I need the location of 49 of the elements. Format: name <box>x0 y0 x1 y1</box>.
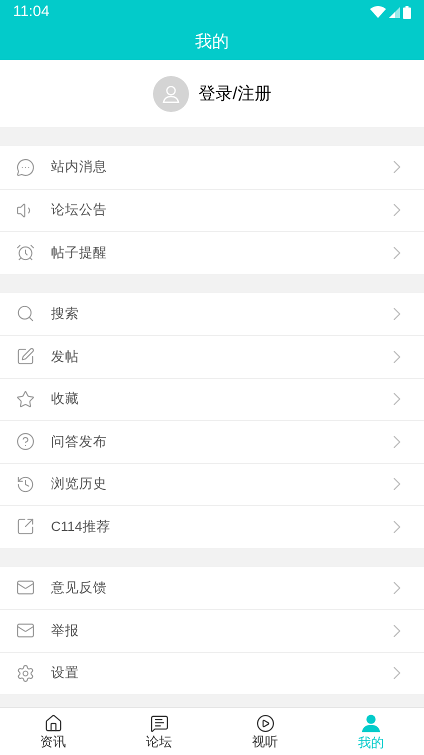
menu-label: 举报 <box>51 622 80 640</box>
menu-item[interactable]: 发帖 <box>0 335 424 378</box>
signal-icon <box>389 6 400 18</box>
settings-icon <box>16 664 35 683</box>
menu-item[interactable]: 站内消息 <box>0 146 424 188</box>
menu-item[interactable]: 意见反馈 <box>0 566 424 609</box>
share-icon <box>16 517 35 536</box>
chat-bubble-icon <box>16 158 35 177</box>
help-icon <box>16 432 35 452</box>
mail-icon <box>16 578 35 598</box>
menu-item[interactable]: 论坛公告 <box>0 188 424 231</box>
status-time: 11:04 <box>13 2 50 22</box>
alarm-clock-icon <box>16 243 35 262</box>
wifi-icon <box>370 6 386 18</box>
menu-item[interactable]: C114推荐 <box>0 505 424 548</box>
edit-icon <box>16 347 35 366</box>
menu-item[interactable]: 浏览历史 <box>0 462 424 505</box>
menu-item[interactable]: 搜索 <box>0 292 424 335</box>
menu-item[interactable]: 收藏 <box>0 378 424 420</box>
login-button[interactable]: 登录/注册 <box>0 60 424 127</box>
menu-label: 论坛公告 <box>51 201 108 220</box>
menu-item[interactable]: 帖子提醒 <box>0 231 424 274</box>
person-outline-icon <box>160 84 181 104</box>
home-icon <box>44 714 62 732</box>
menu-label: C114推荐 <box>51 518 112 536</box>
search-icon <box>16 304 35 324</box>
mail-icon <box>16 621 35 640</box>
menu-label: 搜索 <box>51 304 80 323</box>
header-title: 我的 <box>195 31 229 54</box>
menu-label: 浏览历史 <box>51 475 108 494</box>
menu-label: 设置 <box>51 664 80 682</box>
menu-label: 帖子提醒 <box>51 244 108 262</box>
menu-label: 发帖 <box>51 348 80 366</box>
menu-label: 意见反馈 <box>51 578 108 597</box>
message-icon <box>150 714 168 732</box>
menu-label: 站内消息 <box>51 158 108 176</box>
tab[interactable]: 论坛 <box>106 708 212 755</box>
tab[interactable]: 视听 <box>212 708 318 755</box>
menu-item[interactable]: 问答发布 <box>0 420 424 462</box>
play-icon <box>256 714 274 732</box>
menu-label: 收藏 <box>51 390 80 408</box>
menu-item[interactable]: 设置 <box>0 652 424 694</box>
menu-label: 问答发布 <box>51 432 108 451</box>
person-icon <box>360 712 382 734</box>
star-icon <box>16 390 35 409</box>
menu-item[interactable]: 举报 <box>0 609 424 652</box>
tab[interactable]: 资讯 <box>0 708 106 755</box>
battery-icon <box>403 6 411 18</box>
history-icon <box>16 474 35 494</box>
